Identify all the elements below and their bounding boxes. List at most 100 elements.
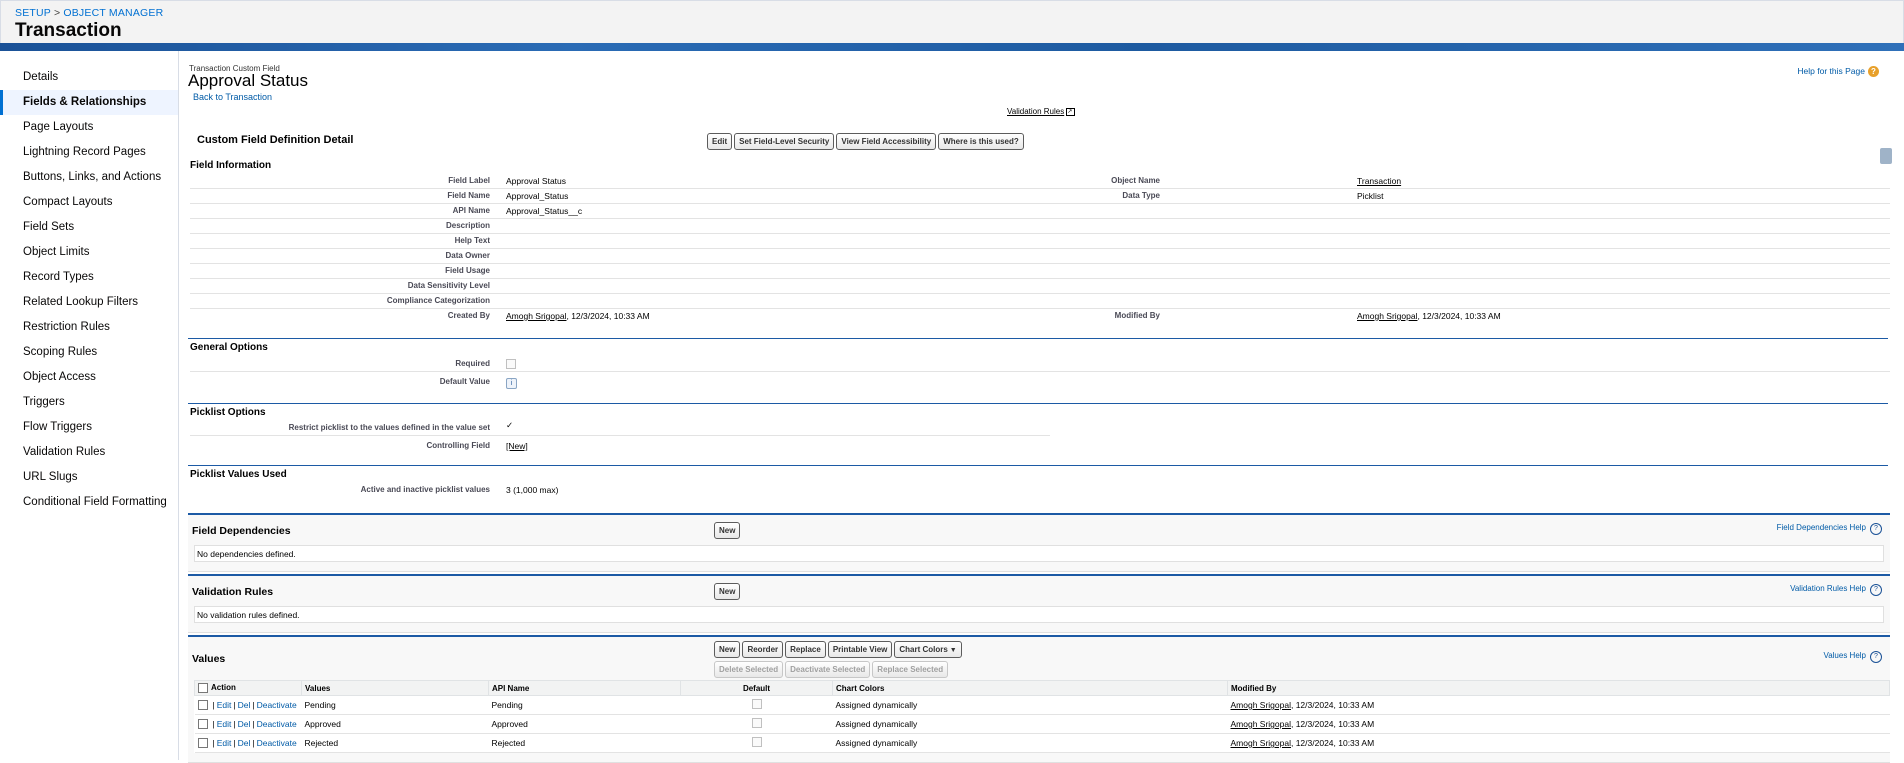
deactivate-link[interactable]: Deactivate	[257, 738, 297, 748]
values-table: Action Values API Name Default Chart Col…	[194, 680, 1890, 753]
new-dependency-button[interactable]: New	[714, 522, 741, 539]
validation-rules-hover-link[interactable]: Validation Rules ↗	[1007, 107, 1076, 116]
breadcrumb-object-manager[interactable]: OBJECT MANAGER	[63, 7, 163, 19]
edit-link[interactable]: Edit	[217, 719, 232, 729]
sidebar-item-field-sets[interactable]: Field Sets	[0, 215, 178, 240]
field-dependencies-help-link[interactable]: Field Dependencies Help	[1777, 523, 1866, 532]
modified-by-user-link[interactable]: Amogh Srigopal	[1357, 311, 1417, 321]
sidebar-item-lightning-record-pages[interactable]: Lightning Record Pages	[0, 140, 178, 165]
help-icon[interactable]: ?	[1870, 523, 1882, 535]
edit-link[interactable]: Edit	[217, 738, 232, 748]
view-field-accessibility-button[interactable]: View Field Accessibility	[836, 133, 937, 150]
created-by-value: Amogh Srigopal, 12/3/2024, 10:33 AM	[506, 311, 650, 321]
row-checkbox[interactable]	[197, 700, 208, 711]
row-api-name: API Name Approval_Status__c	[190, 204, 1890, 219]
delete-selected-button[interactable]: Delete Selected	[714, 661, 784, 678]
separator: |	[212, 718, 215, 729]
back-to-transaction-link[interactable]: Back to Transaction	[193, 92, 272, 102]
where-is-this-used-button[interactable]: Where is this used?	[938, 133, 1024, 150]
modified-by-cell: Amogh Srigopal, 12/3/2024, 10:33 AM	[1227, 695, 1890, 715]
sidebar-item-object-access[interactable]: Object Access	[0, 365, 178, 390]
values-help[interactable]: Values Help?	[1823, 651, 1882, 663]
set-field-level-security-button[interactable]: Set Field-Level Security	[734, 133, 835, 150]
object-name-link[interactable]: Transaction	[1357, 176, 1401, 186]
api-name-cell: Pending	[488, 695, 681, 715]
deactivate-link[interactable]: Deactivate	[257, 700, 297, 710]
row-description: Description	[190, 219, 1890, 234]
edit-button[interactable]: Edit	[707, 133, 733, 150]
sidebar-item-details[interactable]: Details	[0, 65, 178, 90]
row-checkbox[interactable]	[197, 738, 208, 749]
col-modified-by[interactable]: Modified By	[1227, 680, 1890, 696]
sidebar-item-flow-triggers[interactable]: Flow Triggers	[0, 415, 178, 440]
modified-by-label: Modified By	[1114, 311, 1160, 320]
sidebar-item-conditional-field-formatting[interactable]: Conditional Field Formatting	[0, 490, 178, 515]
sidebar-item-scoping-rules[interactable]: Scoping Rules	[0, 340, 178, 365]
detail-buttons: Edit Set Field-Level Security View Field A…	[707, 133, 1026, 150]
separator: |	[233, 699, 236, 710]
detail-header: Custom Field Definition Detail	[197, 134, 354, 146]
del-link[interactable]: Del	[238, 719, 251, 729]
select-all-checkbox[interactable]	[198, 683, 208, 693]
separator: |	[252, 699, 255, 710]
modified-by-user-link[interactable]: Amogh Srigopal	[1231, 738, 1291, 748]
picklist-options-title: Picklist Options	[190, 407, 266, 418]
col-default[interactable]: Default	[680, 680, 833, 696]
sidebar-item-object-limits[interactable]: Object Limits	[0, 240, 178, 265]
replace-button[interactable]: Replace	[785, 641, 826, 658]
modified-date: , 12/3/2024, 10:33 AM	[1290, 738, 1375, 748]
help-icon[interactable]: ?	[1868, 66, 1879, 78]
deactivate-selected-button[interactable]: Deactivate Selected	[785, 661, 871, 678]
col-api-name[interactable]: API Name	[488, 680, 681, 696]
sidebar-item-related-lookup-filters[interactable]: Related Lookup Filters	[0, 290, 178, 315]
sidebar-item-fields-relationships[interactable]: Fields & Relationships	[0, 90, 178, 115]
info-icon[interactable]: i	[506, 378, 517, 389]
page-scrollbar[interactable]	[1896, 51, 1904, 760]
sidebar-item-compact-layouts[interactable]: Compact Layouts	[0, 190, 178, 215]
validation-rules-help[interactable]: Validation Rules Help?	[1790, 584, 1882, 596]
help-icon[interactable]: ?	[1870, 651, 1882, 663]
col-values[interactable]: Values	[301, 680, 489, 696]
modified-date: , 12/3/2024, 10:33 AM	[1290, 700, 1375, 710]
modified-by-value: Amogh Srigopal, 12/3/2024, 10:33 AM	[1357, 311, 1501, 321]
chart-colors-dropdown[interactable]: Chart Colors	[894, 641, 962, 658]
validation-rules-link-label[interactable]: Validation Rules	[1007, 107, 1064, 116]
row-checkbox[interactable]	[197, 719, 208, 730]
sidebar-item-record-types[interactable]: Record Types	[0, 265, 178, 290]
new-validation-rule-button[interactable]: New	[714, 583, 741, 600]
edit-link[interactable]: Edit	[217, 700, 232, 710]
sidebar-item-restriction-rules[interactable]: Restriction Rules	[0, 315, 178, 340]
col-chart-colors[interactable]: Chart Colors	[832, 680, 1228, 696]
new-value-button[interactable]: New	[714, 641, 741, 658]
side-panel-tab[interactable]	[1880, 148, 1892, 164]
help-for-page[interactable]: Help for this Page?	[1797, 66, 1879, 78]
row-actions: | Edit | Del | Deactivate	[194, 714, 302, 734]
replace-selected-button[interactable]: Replace Selected	[872, 661, 949, 678]
printable-view-button[interactable]: Printable View	[827, 641, 893, 658]
sidebar-item-url-slugs[interactable]: URL Slugs	[0, 465, 178, 490]
sidebar-item-buttons-links-actions[interactable]: Buttons, Links, and Actions	[0, 165, 178, 190]
created-by-user-link[interactable]: Amogh Srigopal	[506, 311, 566, 321]
values-help-link[interactable]: Values Help	[1823, 651, 1866, 660]
picklist-values-used-title: Picklist Values Used	[190, 469, 287, 480]
sidebar-item-triggers[interactable]: Triggers	[0, 390, 178, 415]
modified-by-user-link[interactable]: Amogh Srigopal	[1231, 700, 1291, 710]
deactivate-link[interactable]: Deactivate	[257, 719, 297, 729]
validation-rules-help-link[interactable]: Validation Rules Help	[1790, 584, 1866, 593]
breadcrumb-setup[interactable]: SETUP	[15, 7, 51, 19]
del-link[interactable]: Del	[238, 700, 251, 710]
sidebar-item-page-layouts[interactable]: Page Layouts	[0, 115, 178, 140]
help-icon[interactable]: ?	[1870, 584, 1882, 596]
help-for-page-link[interactable]: Help for this Page	[1797, 66, 1865, 76]
header-bar: SETUP > OBJECT MANAGER Transaction	[0, 0, 1904, 44]
del-link[interactable]: Del	[238, 738, 251, 748]
api-name-cell: Approved	[488, 714, 681, 734]
field-dependencies-help[interactable]: Field Dependencies Help?	[1777, 523, 1882, 535]
sidebar-item-validation-rules[interactable]: Validation Rules	[0, 440, 178, 465]
help-text-label: Help Text	[454, 236, 490, 245]
controlling-field-new-link[interactable]: [New]	[506, 441, 528, 451]
reorder-button[interactable]: Reorder	[742, 641, 784, 658]
row-data-sensitivity: Data Sensitivity Level	[190, 279, 1890, 294]
separator: |	[252, 737, 255, 748]
modified-by-user-link[interactable]: Amogh Srigopal	[1231, 719, 1291, 729]
